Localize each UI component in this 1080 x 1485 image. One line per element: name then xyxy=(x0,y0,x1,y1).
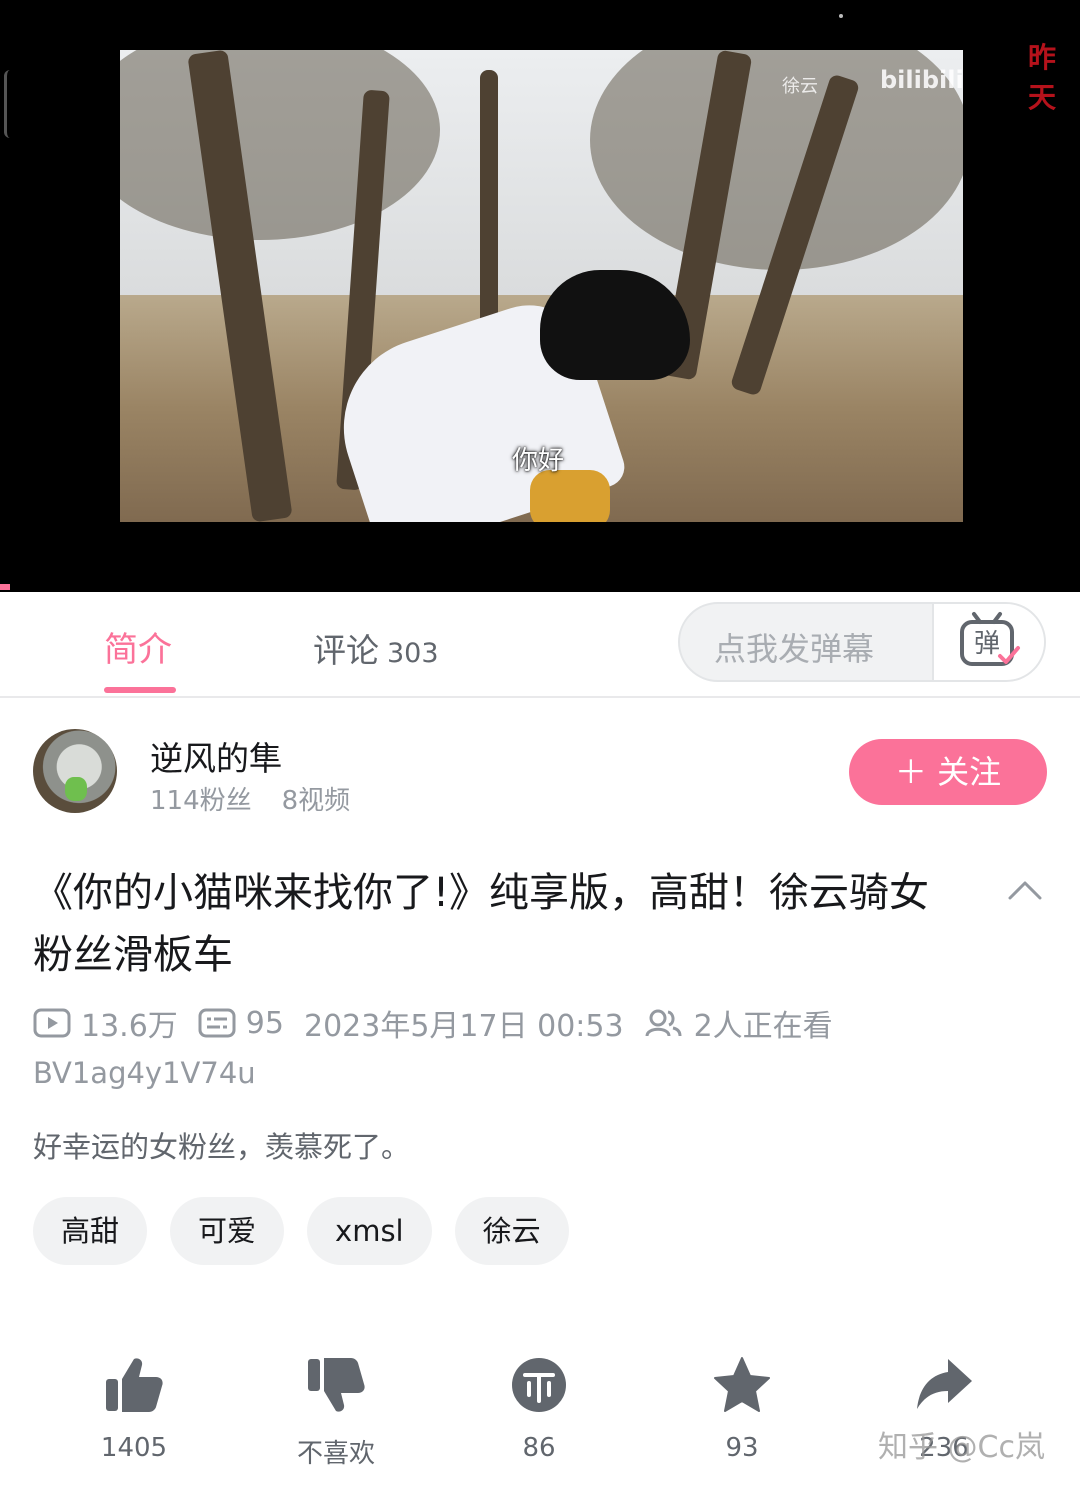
like-button[interactable]: 1405 xyxy=(74,1355,194,1463)
star-icon xyxy=(714,1357,770,1412)
site-watermark: 知乎 @Cc岚 xyxy=(878,1430,1045,1465)
tag-item[interactable]: xmsl xyxy=(307,1197,432,1265)
video-watermark-uploader: 徐云 xyxy=(782,76,818,97)
coin-icon xyxy=(512,1358,566,1412)
danmaku-toggle-button[interactable]: 弹 xyxy=(932,604,1044,680)
watching-count-value: 2人正在看 xyxy=(693,1009,833,1044)
uploader-videos: 8视频 xyxy=(281,786,351,816)
avatar-detail xyxy=(65,777,87,801)
watching-people-icon xyxy=(645,1009,682,1037)
chevron-up-icon[interactable] xyxy=(1007,876,1043,902)
like-count: 1405 xyxy=(100,1433,168,1463)
tag-item[interactable]: 徐云 xyxy=(454,1197,569,1265)
uploader-name[interactable]: 逆风的隼 xyxy=(150,732,282,780)
uploader-avatar[interactable] xyxy=(33,729,117,813)
danmaku-icon: 弹 xyxy=(960,612,1020,666)
watching-count: 2人正在看 xyxy=(644,1001,833,1045)
tab-comments[interactable]: 评论 303 xyxy=(313,624,439,672)
tab-intro[interactable]: 简介 xyxy=(104,622,172,671)
bvid[interactable]: BV1ag4y1V74u xyxy=(33,1056,256,1090)
video-description: 好幸运的女粉丝，羡慕死了。 xyxy=(33,1130,411,1164)
danmaku-placeholder: 点我发弹幕 xyxy=(714,630,875,668)
video-watermark-logo: bilibili xyxy=(880,66,964,94)
play-count-icon xyxy=(33,1008,71,1038)
dislike-button[interactable]: 不喜欢 xyxy=(276,1355,396,1470)
status-dot xyxy=(839,14,843,18)
tag-item[interactable]: 高甜 xyxy=(33,1197,148,1265)
video-meta: 13.6万 95 2023年5月17日 00:53 2人正在看 xyxy=(33,1001,853,1045)
coin-button[interactable]: 86 xyxy=(479,1355,599,1463)
tab-comments-label: 评论 xyxy=(313,631,379,670)
playback-progress[interactable] xyxy=(0,584,10,590)
follow-button[interactable]: ＋ 关注 xyxy=(849,739,1047,805)
corner-label: 昨天 xyxy=(1028,41,1057,114)
video-player[interactable]: 你好 徐云 bilibili 昨天 xyxy=(0,0,1080,592)
person-bag xyxy=(530,470,610,522)
publish-datetime: 2023年5月17日 00:53 xyxy=(303,1009,624,1044)
thumbs-down-icon xyxy=(308,1358,365,1412)
favorite-count: 93 xyxy=(725,1433,759,1463)
uploader-fans: 114粉丝 xyxy=(150,786,252,816)
favorite-button[interactable]: 93 xyxy=(682,1355,802,1463)
svg-text:弹: 弹 xyxy=(974,629,1000,659)
coin-count: 86 xyxy=(522,1433,556,1463)
view-count-value: 13.6万 xyxy=(81,1009,178,1044)
danmaku-input[interactable]: 点我发弹幕 弹 xyxy=(678,602,1046,682)
back-gesture-edge xyxy=(4,70,15,138)
tag-list: 高甜 可爱 xmsl 徐云 xyxy=(33,1197,592,1265)
share-arrow-icon xyxy=(917,1359,972,1409)
tab-intro-underline xyxy=(104,687,176,693)
danmaku-count: 95 xyxy=(198,1006,284,1041)
view-count: 13.6万 xyxy=(33,1001,178,1045)
video-title: 《你的小猫咪来找你了!》纯享版，高甜！徐云骑女粉丝滑板车 xyxy=(33,870,930,978)
tab-bar: 简介 评论 303 点我发弹幕 弹 xyxy=(0,592,1080,698)
danmaku-count-value: 95 xyxy=(245,1005,284,1041)
tab-comments-count: 303 xyxy=(387,638,439,669)
video-subtitle: 你好 xyxy=(512,446,565,476)
uploader-stats: 114粉丝 8视频 xyxy=(150,780,350,817)
danmaku-count-icon xyxy=(198,1008,236,1038)
dislike-label: 不喜欢 xyxy=(296,1439,375,1469)
thumbs-up-icon xyxy=(106,1358,163,1412)
tag-item[interactable]: 可爱 xyxy=(170,1197,285,1265)
